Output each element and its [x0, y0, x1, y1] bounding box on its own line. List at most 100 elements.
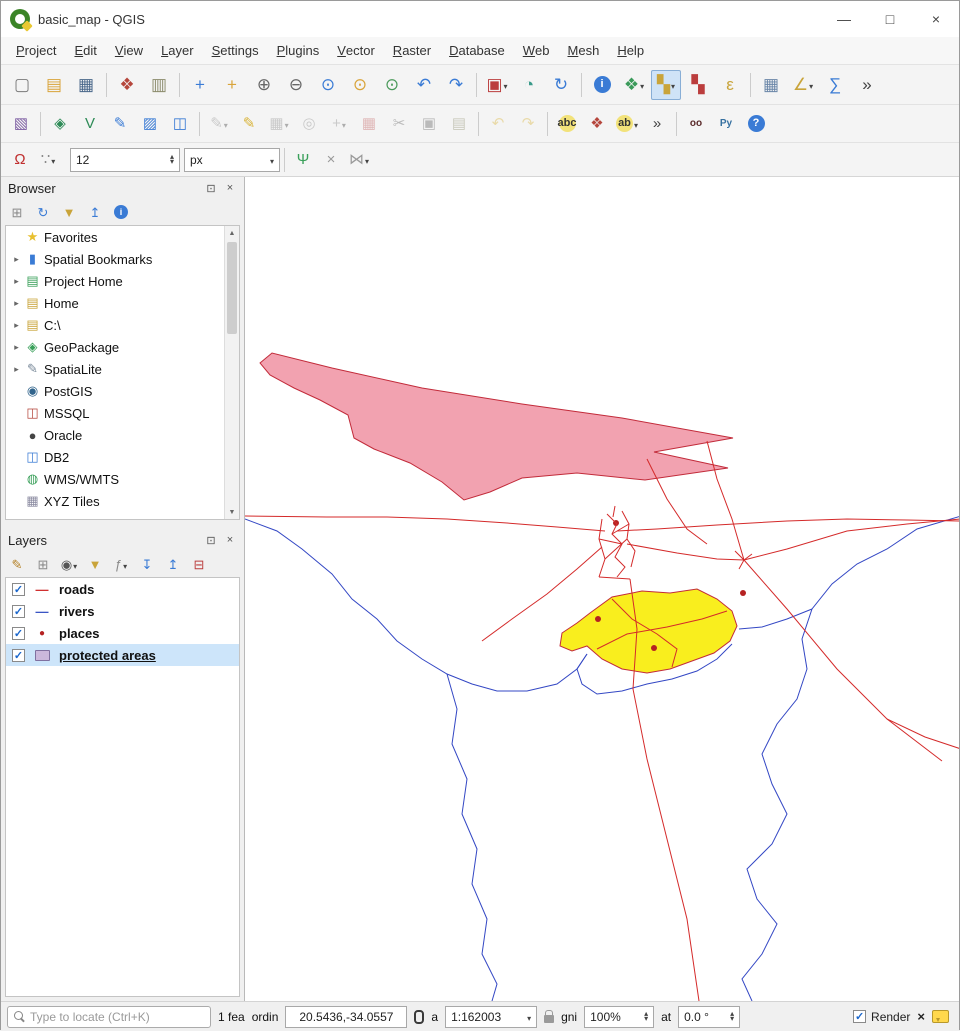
snapping-toggle-icon[interactable]: Ω: [7, 147, 33, 173]
expand-arrow-icon[interactable]: ▸: [10, 254, 23, 265]
minimize-button[interactable]: —: [821, 1, 867, 37]
menu-item[interactable]: Vector: [328, 37, 384, 64]
browser-item[interactable]: ◫ DB2: [6, 446, 239, 468]
zoom-to-selection-icon[interactable]: ⊙: [345, 70, 375, 100]
avoid-overlap-icon[interactable]: ⋈: [346, 147, 372, 173]
identify-features-icon[interactable]: i: [587, 70, 617, 100]
menu-item[interactable]: Mesh: [559, 37, 609, 64]
current-edits-icon[interactable]: ✎: [205, 110, 233, 138]
layer-diagram-icon[interactable]: ❖: [583, 110, 611, 138]
open-project-icon[interactable]: ▤: [39, 70, 69, 100]
refresh-map-icon[interactable]: ↻: [546, 70, 576, 100]
filter-legend-icon[interactable]: ▼: [84, 553, 106, 575]
browser-item[interactable]: ● Oracle: [6, 424, 239, 446]
save-project-icon[interactable]: ▦: [71, 70, 101, 100]
menu-item[interactable]: Raster: [384, 37, 440, 64]
copy-features-icon[interactable]: ▣: [415, 110, 443, 138]
lock-scale-icon[interactable]: [544, 1015, 554, 1023]
browser-item[interactable]: ◉ PostGIS: [6, 380, 239, 402]
paste-features-icon[interactable]: ▤: [445, 110, 473, 138]
expand-all-icon[interactable]: ↧: [136, 553, 158, 575]
style-manager-icon[interactable]: ❖: [112, 70, 142, 100]
redo-icon[interactable]: ↷: [514, 110, 542, 138]
panel-close-icon[interactable]: ×: [223, 533, 237, 547]
remove-layer-icon[interactable]: ⊟: [188, 553, 210, 575]
new-temporary-scratch-layer-icon[interactable]: ▨: [136, 110, 164, 138]
layer-item[interactable]: — rivers: [6, 600, 239, 622]
browser-item[interactable]: ▸ ▤ Project Home: [6, 270, 239, 292]
select-by-expression-icon[interactable]: ε: [715, 70, 745, 100]
zoom-next-icon[interactable]: ↷: [441, 70, 471, 100]
menu-item[interactable]: Help: [608, 37, 653, 64]
layer-checkbox[interactable]: [12, 649, 25, 662]
layer-labeling-icon[interactable]: abc: [553, 110, 581, 138]
zoom-out-icon[interactable]: ⊖: [281, 70, 311, 100]
undo-icon[interactable]: ↶: [484, 110, 512, 138]
new-map-view-icon[interactable]: ▣: [482, 70, 512, 100]
pan-to-selection-icon[interactable]: +: [217, 70, 247, 100]
expand-arrow-icon[interactable]: ▸: [10, 364, 23, 375]
vertex-tool-icon[interactable]: +: [325, 110, 353, 138]
menu-item[interactable]: Web: [514, 37, 559, 64]
menu-item[interactable]: Project: [7, 37, 65, 64]
expand-arrow-icon[interactable]: ▸: [10, 342, 23, 353]
zoom-to-layer-icon[interactable]: ⊙: [377, 70, 407, 100]
delete-selected-icon[interactable]: ▦: [355, 110, 383, 138]
menu-item[interactable]: Database: [440, 37, 514, 64]
filter-by-expression-icon[interactable]: ƒ: [110, 553, 132, 575]
topological-editing-icon[interactable]: Ψ: [290, 147, 316, 173]
scrollbar-thumb[interactable]: [227, 242, 237, 334]
spinner-arrows[interactable]: [170, 155, 174, 164]
magnifier-spinbox[interactable]: 100%: [584, 1006, 654, 1028]
panel-close-icon[interactable]: ×: [223, 181, 237, 195]
locate-box[interactable]: [7, 1006, 211, 1028]
zoom-full-extent-icon[interactable]: ⊙: [313, 70, 343, 100]
browser-add-layer-icon[interactable]: ⊞: [6, 201, 28, 223]
close-button[interactable]: ×: [913, 1, 959, 37]
scroll-up-icon[interactable]: [225, 226, 239, 240]
manage-map-themes-icon[interactable]: ◉: [58, 553, 80, 575]
zoom-last-icon[interactable]: ↶: [409, 70, 439, 100]
python-console-icon[interactable]: Py: [712, 110, 740, 138]
spin-down-icon[interactable]: [644, 1017, 648, 1021]
browser-filter-icon[interactable]: ▼: [58, 201, 80, 223]
pin-labels-icon[interactable]: ab: [613, 110, 641, 138]
new-shapefile-layer-icon[interactable]: V: [76, 110, 104, 138]
new-spatialite-layer-icon[interactable]: ✎: [106, 110, 134, 138]
browser-item[interactable]: ▸ ▤ C:\: [6, 314, 239, 336]
new-print-layout-icon[interactable]: ▥: [144, 70, 174, 100]
new-virtual-layer-icon[interactable]: ◫: [166, 110, 194, 138]
locate-input[interactable]: [30, 1010, 190, 1024]
measure-icon[interactable]: ∠: [788, 70, 818, 100]
expand-arrow-icon[interactable]: ▸: [10, 298, 23, 309]
expand-arrow-icon[interactable]: ▸: [10, 276, 23, 287]
toolbar2-overflow-icon[interactable]: »: [643, 110, 671, 138]
extent-icon[interactable]: [414, 1010, 424, 1024]
expand-arrow-icon[interactable]: ▸: [10, 320, 23, 331]
layer-item[interactable]: ● places: [6, 622, 239, 644]
stop-render-icon[interactable]: ×: [917, 1009, 925, 1024]
browser-item[interactable]: ▸ ▤ Home: [6, 292, 239, 314]
layer-item[interactable]: — roads: [6, 578, 239, 600]
browser-item[interactable]: ◍ WMS/WMTS: [6, 468, 239, 490]
collapse-all-icon[interactable]: ↥: [162, 553, 184, 575]
panel-float-icon[interactable]: ⊡: [204, 533, 218, 547]
browser-properties-icon[interactable]: i: [110, 201, 132, 223]
maximize-button[interactable]: □: [867, 1, 913, 37]
spinner-arrows[interactable]: [644, 1012, 648, 1021]
help-icon[interactable]: ?: [742, 110, 770, 138]
menu-item[interactable]: Edit: [65, 37, 105, 64]
browser-scrollbar[interactable]: [224, 226, 239, 519]
deselect-features-icon[interactable]: ▚: [683, 70, 713, 100]
coordinate-input[interactable]: 20.5436,-34.0557: [285, 1006, 407, 1028]
browser-refresh-icon[interactable]: ↻: [32, 201, 54, 223]
layer-checkbox[interactable]: [12, 605, 25, 618]
data-source-manager-icon[interactable]: ▧: [7, 110, 35, 138]
zoom-in-icon[interactable]: ⊕: [249, 70, 279, 100]
add-record-icon[interactable]: ◎: [295, 110, 323, 138]
browser-collapse-all-icon[interactable]: ↥: [84, 201, 106, 223]
menu-item[interactable]: Settings: [203, 37, 268, 64]
browser-item[interactable]: ★ Favorites: [6, 226, 239, 248]
scroll-down-icon[interactable]: [225, 505, 239, 519]
render-checkbox[interactable]: [853, 1010, 866, 1023]
